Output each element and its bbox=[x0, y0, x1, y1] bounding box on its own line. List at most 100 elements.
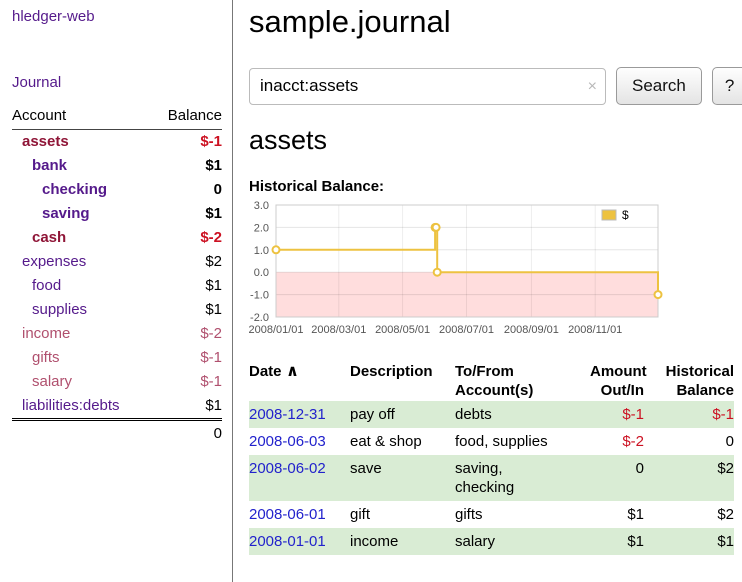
account-row: gifts $-1 bbox=[12, 346, 222, 370]
register-header: Date ∧DescriptionTo/FromAccount(s)Amount… bbox=[249, 361, 734, 401]
transaction-accounts: debts bbox=[449, 401, 584, 428]
transaction-description: gift bbox=[344, 501, 449, 528]
account-row: saving$1 bbox=[12, 202, 222, 226]
transaction-date-link[interactable]: 2008-12-31 bbox=[249, 406, 326, 423]
accounts-total-spacer bbox=[12, 420, 152, 447]
transaction-balance: $2 bbox=[650, 501, 734, 528]
svg-text:2008/07/01: 2008/07/01 bbox=[439, 324, 494, 336]
register-row: 2008-06-01 giftgifts$1$2 bbox=[249, 501, 734, 528]
transaction-accounts: food, supplies bbox=[449, 428, 584, 455]
chart-data-point bbox=[273, 246, 280, 253]
page-title: sample.journal bbox=[249, 4, 742, 40]
register-col-date[interactable]: Date ∧ bbox=[249, 361, 344, 401]
account-link-liabilities-debts[interactable]: liabilities:debts bbox=[12, 396, 120, 416]
transaction-date-link[interactable]: 2008-06-02 bbox=[249, 460, 326, 477]
balance-chart-svg: 3.02.01.00.0-1.0-2.02008/01/012008/03/01… bbox=[249, 199, 719, 345]
search-box: × bbox=[249, 68, 606, 105]
transaction-amount: $1 bbox=[584, 501, 650, 528]
accounts-header-row: Account Balance bbox=[12, 105, 222, 130]
account-link-bank[interactable]: bank bbox=[12, 156, 67, 176]
account-link-income[interactable]: income bbox=[12, 324, 70, 344]
account-link-cash[interactable]: cash bbox=[12, 228, 66, 248]
accounts-body: assets$-1bank$1checking0saving$1cash$-2e… bbox=[12, 130, 222, 420]
transaction-description: pay off bbox=[344, 401, 449, 428]
account-balance: $1 bbox=[152, 298, 222, 322]
transaction-description: save bbox=[344, 455, 449, 501]
main-content: sample.journal × Search ? assets Histori… bbox=[233, 0, 742, 582]
transaction-description: eat & shop bbox=[344, 428, 449, 455]
register-table: Date ∧DescriptionTo/FromAccount(s)Amount… bbox=[249, 361, 734, 555]
account-row: supplies $1 bbox=[12, 298, 222, 322]
chart-data-point bbox=[434, 269, 441, 276]
svg-text:3.0: 3.0 bbox=[254, 200, 269, 212]
search-input[interactable] bbox=[249, 68, 606, 105]
account-balance: $-2 bbox=[152, 226, 222, 250]
chart-data-point bbox=[433, 224, 440, 231]
transaction-date-cell: 2008-06-01 bbox=[249, 501, 344, 528]
transaction-date-link[interactable]: 2008-06-03 bbox=[249, 433, 326, 450]
account-row: checking 0 bbox=[12, 178, 222, 202]
account-link-supplies[interactable]: supplies bbox=[12, 300, 87, 320]
svg-text:-1.0: -1.0 bbox=[250, 290, 269, 302]
account-row: bank $1 bbox=[12, 154, 222, 178]
sort-asc-icon: ∧ bbox=[282, 363, 299, 380]
help-button[interactable]: ? bbox=[712, 67, 742, 105]
transaction-accounts: saving, checking bbox=[449, 455, 584, 501]
account-balance: $2 bbox=[152, 250, 222, 274]
svg-text:2.0: 2.0 bbox=[254, 222, 269, 234]
register-row: 2008-12-31pay offdebts$-1$-1 bbox=[249, 401, 734, 428]
svg-text:2008/03/01: 2008/03/01 bbox=[311, 324, 366, 336]
transaction-date-link[interactable]: 2008-01-01 bbox=[249, 533, 326, 550]
register-body: 2008-12-31pay offdebts$-1$-12008-06-03ea… bbox=[249, 401, 734, 555]
account-link-gifts[interactable]: gifts bbox=[12, 348, 60, 368]
account-balance: $-1 bbox=[152, 130, 222, 155]
svg-text:-2.0: -2.0 bbox=[250, 312, 269, 324]
transaction-date-cell: 2008-06-02 bbox=[249, 455, 344, 501]
account-balance: $-1 bbox=[152, 346, 222, 370]
svg-text:1.0: 1.0 bbox=[254, 245, 269, 257]
account-balance: $-1 bbox=[152, 370, 222, 394]
account-balance: $1 bbox=[152, 154, 222, 178]
transaction-amount: $-1 bbox=[584, 401, 650, 428]
account-row: food $1 bbox=[12, 274, 222, 298]
register-row: 2008-01-01incomesalary$1$1 bbox=[249, 528, 734, 555]
accounts-total-row: 0 bbox=[12, 420, 222, 447]
account-row: income$-2 bbox=[12, 322, 222, 346]
register-col-amount: AmountOut/In bbox=[584, 361, 650, 401]
nav-journal-link[interactable]: Journal bbox=[12, 74, 222, 91]
clear-search-icon[interactable]: × bbox=[588, 68, 597, 105]
balance-chart: 3.02.01.00.0-1.0-2.02008/01/012008/03/01… bbox=[249, 199, 742, 345]
svg-text:0.0: 0.0 bbox=[254, 267, 269, 279]
svg-text:2008/09/01: 2008/09/01 bbox=[504, 324, 559, 336]
account-link-food[interactable]: food bbox=[12, 276, 61, 296]
chart-data-point bbox=[655, 291, 662, 298]
account-balance: $1 bbox=[152, 274, 222, 298]
account-heading: assets bbox=[249, 125, 742, 156]
transaction-balance: $-1 bbox=[650, 401, 734, 428]
register-row: 2008-06-03eat & shopfood, supplies$-20 bbox=[249, 428, 734, 455]
app-root: hledger-web Journal Account Balance asse… bbox=[0, 0, 742, 582]
account-link-checking[interactable]: checking bbox=[12, 180, 107, 200]
chart-legend: $ bbox=[597, 207, 655, 226]
account-link-expenses[interactable]: expenses bbox=[12, 252, 86, 272]
accounts-total-value: 0 bbox=[152, 420, 222, 447]
account-balance: 0 bbox=[152, 178, 222, 202]
register-header-row: Date ∧DescriptionTo/FromAccount(s)Amount… bbox=[249, 361, 734, 401]
register-col-to-from: To/FromAccount(s) bbox=[449, 361, 584, 401]
transaction-date-cell: 2008-06-03 bbox=[249, 428, 344, 455]
search-button[interactable]: Search bbox=[616, 67, 702, 105]
transaction-date-cell: 2008-12-31 bbox=[249, 401, 344, 428]
brand-link[interactable]: hledger-web bbox=[12, 8, 222, 25]
account-link-assets[interactable]: assets bbox=[12, 132, 69, 152]
account-row: liabilities:debts$1 bbox=[12, 394, 222, 420]
transaction-accounts: salary bbox=[449, 528, 584, 555]
transaction-date-link[interactable]: 2008-06-01 bbox=[249, 506, 326, 523]
transaction-amount: $1 bbox=[584, 528, 650, 555]
account-row: cash $-2 bbox=[12, 226, 222, 250]
account-link-saving[interactable]: saving bbox=[12, 204, 90, 224]
transaction-accounts: gifts bbox=[449, 501, 584, 528]
transaction-balance: 0 bbox=[650, 428, 734, 455]
transaction-description: income bbox=[344, 528, 449, 555]
register-col-historical: HistoricalBalance bbox=[650, 361, 734, 401]
account-link-salary[interactable]: salary bbox=[12, 372, 72, 392]
